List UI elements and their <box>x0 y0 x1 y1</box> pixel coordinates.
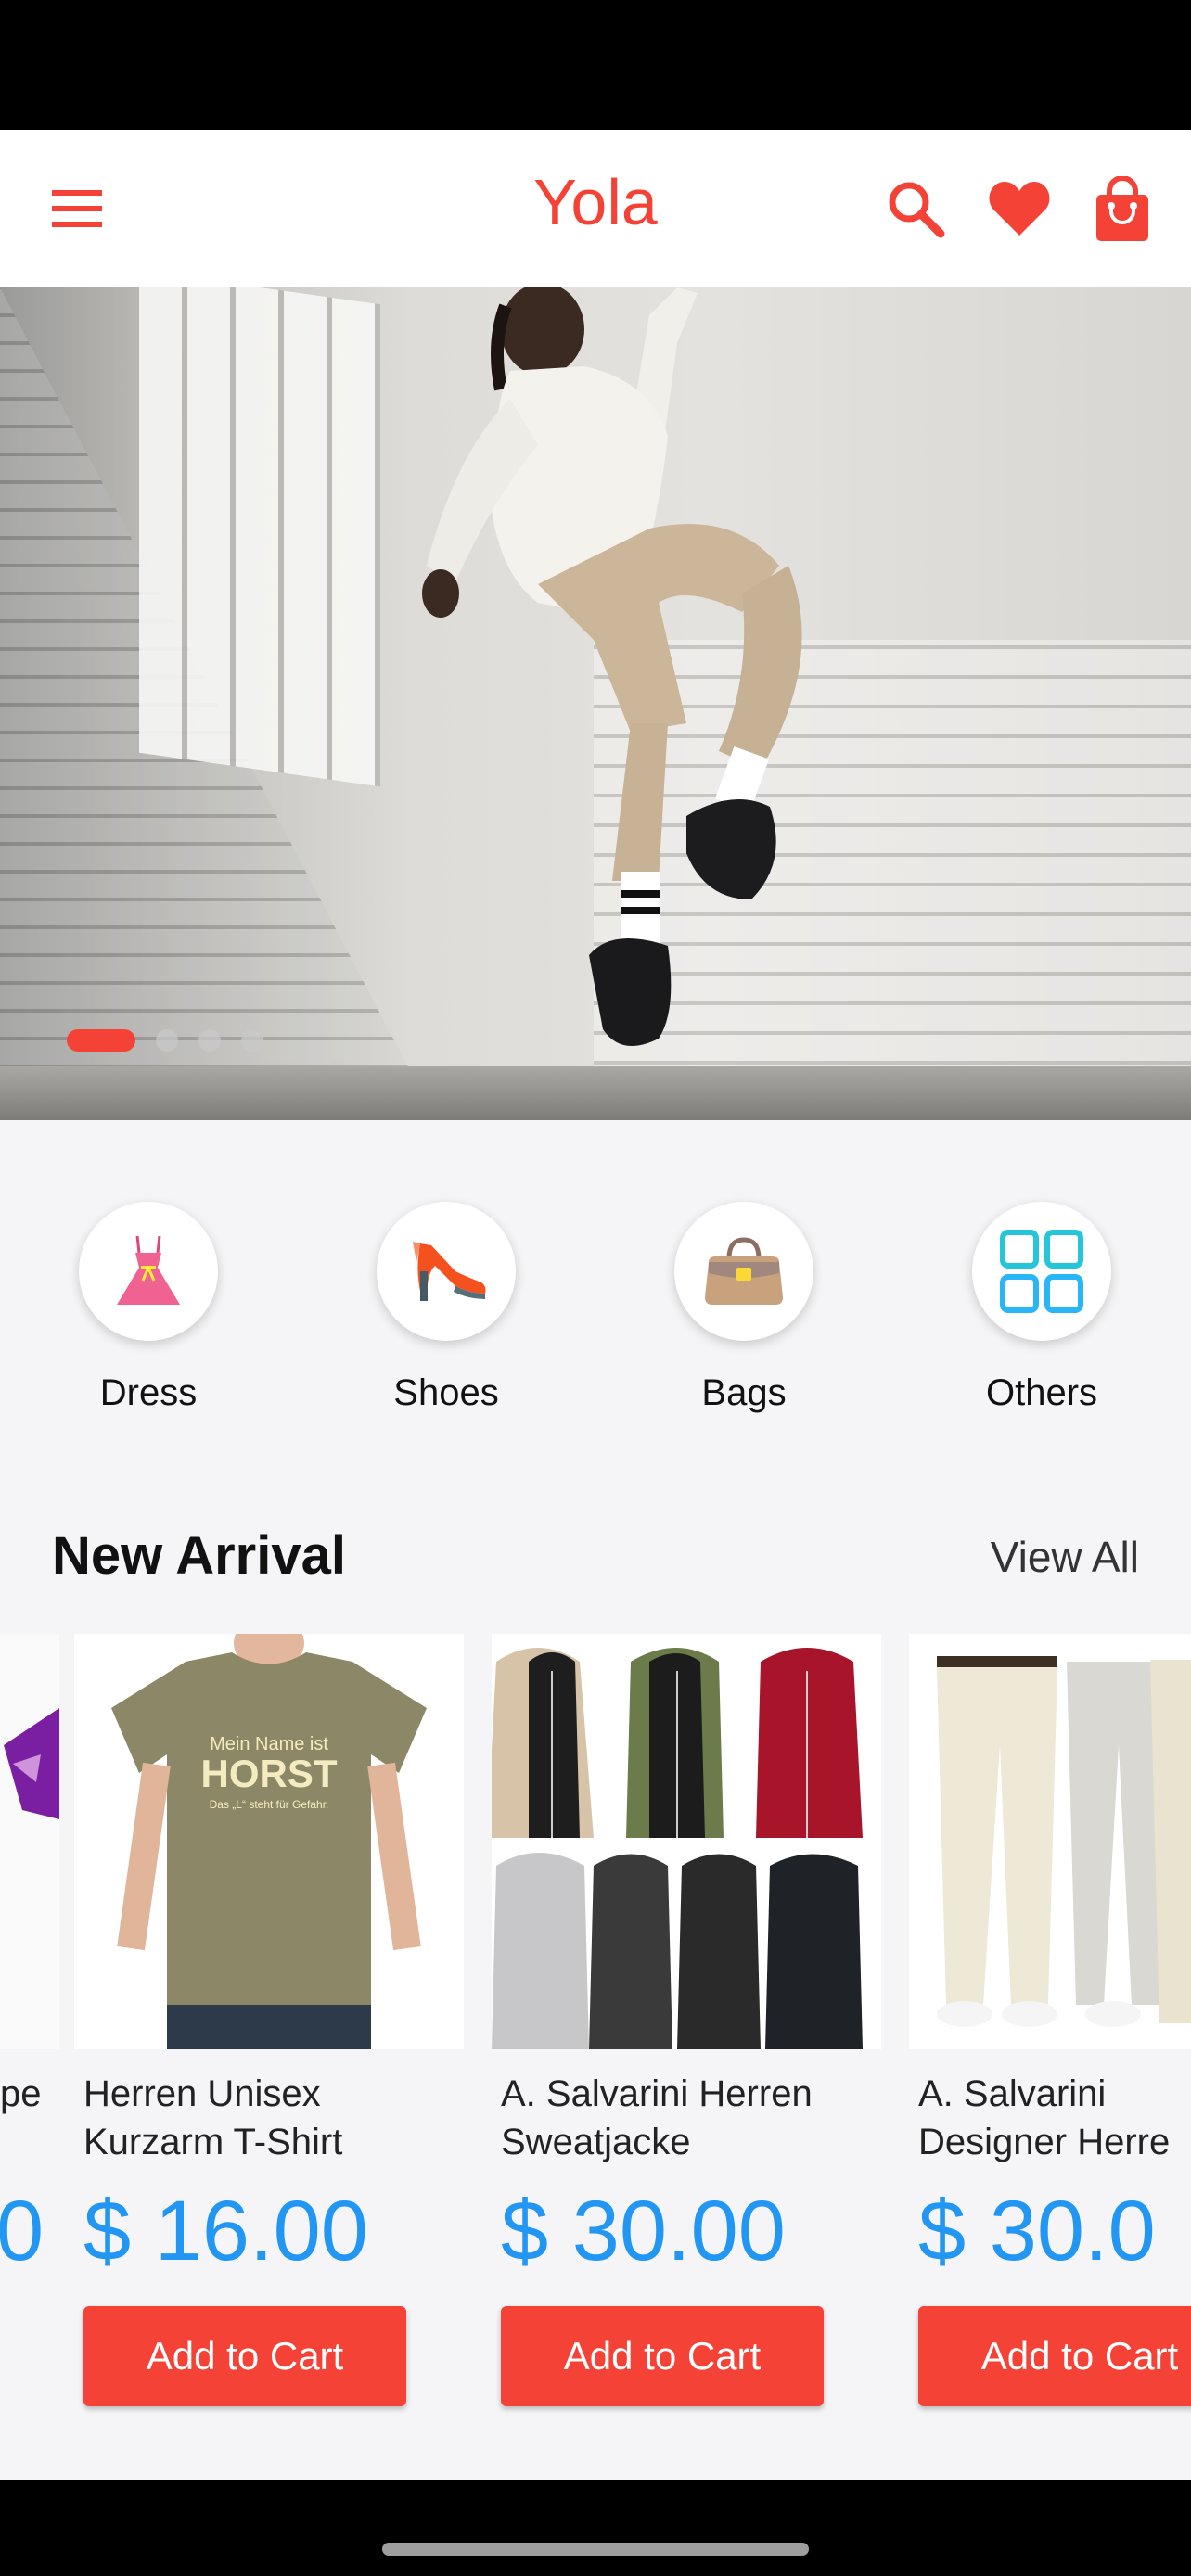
carousel-dot-2[interactable] <box>156 1029 178 1052</box>
tshirt-image: Mein Name ist HORST Das „L“ steht für Ge… <box>111 1634 427 2049</box>
dress-icon <box>79 1202 218 1341</box>
heart-icon[interactable] <box>986 176 1053 243</box>
high-heel-icon <box>377 1202 516 1341</box>
category-others[interactable]: Others <box>940 1202 1144 1414</box>
shopping-bag-icon[interactable] <box>1089 175 1156 243</box>
shirt-print-line-3: Das „L“ steht für Gefahr. <box>210 1798 329 1811</box>
category-label: Others <box>985 1372 1098 1413</box>
view-all-link[interactable]: View All <box>991 1532 1139 1582</box>
product-card[interactable]: A. Salvarini Designer Herre $ 30.0 Add t… <box>909 1634 1191 2422</box>
carousel-dot-4[interactable] <box>241 1029 263 1052</box>
status-bar <box>0 0 1191 130</box>
product-price: $ 16.00 <box>83 2184 368 2278</box>
product-image: Mein Name ist HORST Das „L“ steht für Ge… <box>74 1634 464 2049</box>
new-arrival-header: New Arrival View All <box>52 1521 1139 1595</box>
product-card[interactable]: Mein Name ist HORST Das „L“ steht für Ge… <box>74 1634 464 2422</box>
search-icon[interactable] <box>883 176 950 243</box>
trousers-image <box>909 1634 1191 2027</box>
product-image <box>909 1634 1191 2049</box>
grid-icon <box>972 1202 1111 1341</box>
product-card[interactable]: A. Salvarini Herren Sweatjacke $ 30.00 A… <box>492 1634 881 2422</box>
category-dress[interactable]: Dress <box>46 1202 250 1414</box>
add-to-cart-button[interactable]: Add to Cart <box>918 2306 1191 2406</box>
category-row: Dress Shoes Bags Others <box>0 1202 1191 1424</box>
category-shoes[interactable]: Shoes <box>344 1202 548 1414</box>
app-bar: Yola <box>0 130 1191 287</box>
carousel-dot-1[interactable] <box>67 1029 135 1052</box>
dancer-figure <box>422 287 802 1046</box>
product-card-partial[interactable]: pe 0 <box>0 1634 59 2422</box>
app-title: Yola <box>533 166 658 238</box>
home-indicator[interactable] <box>382 2543 809 2556</box>
product-price: $ 30.0 <box>918 2184 1156 2278</box>
jackets-image <box>492 1648 863 2049</box>
carousel-indicators <box>67 1029 263 1052</box>
section-title: New Arrival <box>52 1525 346 1586</box>
category-label: Shoes <box>393 1372 499 1413</box>
product-image <box>0 1634 59 2049</box>
shirt-print-line-2: HORST <box>201 1752 338 1795</box>
product-carousel[interactable]: pe 0 Mein Name ist HORST Das „L“ steht f… <box>0 1634 1191 2422</box>
window <box>139 287 380 787</box>
category-bags[interactable]: Bags <box>642 1202 846 1414</box>
add-to-cart-button[interactable]: Add to Cart <box>501 2306 824 2406</box>
product-name: Herren Unisex Kurzarm T-Shirt <box>83 2073 343 2162</box>
hero-banner-image[interactable] <box>0 287 1191 1120</box>
handbag-icon <box>674 1202 813 1341</box>
menu-icon[interactable] <box>48 183 108 235</box>
category-label: Dress <box>99 1372 198 1413</box>
product-name: A. Salvarini Designer Herre <box>918 2073 1171 2162</box>
system-navigation-bar <box>0 2480 1191 2576</box>
product-image <box>492 1634 881 2049</box>
category-label: Bags <box>701 1372 787 1413</box>
product-name: A. Salvarini Herren Sweatjacke <box>501 2073 813 2162</box>
product-price: $ 30.00 <box>501 2184 786 2278</box>
product-price: 0 <box>0 2184 45 2278</box>
carousel-dot-3[interactable] <box>198 1029 221 1052</box>
add-to-cart-button[interactable]: Add to Cart <box>83 2306 406 2406</box>
